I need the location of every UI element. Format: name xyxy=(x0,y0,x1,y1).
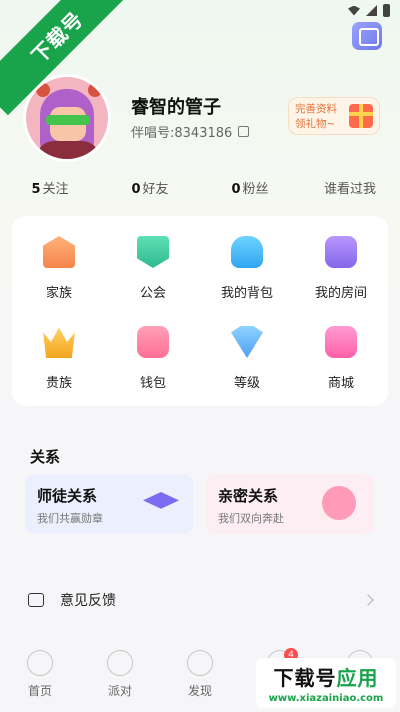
wallet-icon xyxy=(137,326,169,358)
scan-icon[interactable] xyxy=(352,22,382,50)
grid-item-backpack[interactable]: 我的背包 xyxy=(200,236,294,326)
username: 睿智的管子 xyxy=(131,97,221,118)
battery-icon xyxy=(383,4,390,17)
uid-text: 伴唱号:8343186 xyxy=(131,126,233,141)
stat-visitors[interactable]: 谁看过我 xyxy=(300,178,400,197)
family-icon xyxy=(43,236,75,268)
stat-friends[interactable]: 0 好友 xyxy=(100,178,200,197)
avatar[interactable] xyxy=(23,74,111,162)
grid-item-noble[interactable]: 贵族 xyxy=(12,326,106,416)
discover-icon xyxy=(187,650,213,676)
grid-item-level[interactable]: 等级 xyxy=(200,326,294,416)
stat-fans[interactable]: 0 粉丝 xyxy=(200,178,300,197)
grid-item-wallet[interactable]: 钱包 xyxy=(106,326,200,416)
grid-item-mall[interactable]: 商城 xyxy=(294,326,388,416)
grid-item-guild[interactable]: 公会 xyxy=(106,236,200,326)
room-icon xyxy=(325,236,357,268)
crown-icon xyxy=(43,327,75,358)
stat-following[interactable]: 5 关注 xyxy=(0,178,100,197)
backpack-icon xyxy=(231,236,263,268)
mall-icon xyxy=(325,326,357,358)
wifi-icon xyxy=(348,5,360,16)
master-relation-subtitle: 我们共赢勋章 xyxy=(37,512,103,525)
master-relation-card[interactable]: 师徒关系 我们共赢勋章 xyxy=(25,474,193,534)
relations-title: 关系 xyxy=(30,448,61,466)
uid-row: 伴唱号:8343186 xyxy=(131,122,250,141)
feature-grid-card: 家族 公会 我的背包 我的房间 贵族 钱包 等级 商城 xyxy=(12,216,388,406)
feedback-icon xyxy=(28,593,44,607)
heart-icon xyxy=(322,486,356,520)
feedback-row[interactable]: 意见反馈 xyxy=(12,578,388,622)
tab-home[interactable]: 首页 xyxy=(0,642,80,712)
level-icon xyxy=(231,326,263,358)
tab-party[interactable]: 派对 xyxy=(80,642,160,712)
gift-icon xyxy=(349,104,373,128)
intimate-relation-card[interactable]: 亲密关系 我们双向奔赴 xyxy=(206,474,374,534)
stats-row: 5 关注 0 好友 0 粉丝 谁看过我 xyxy=(0,178,400,197)
complete-profile-card[interactable]: 完善资料 领礼物~ xyxy=(288,97,380,135)
chevron-right-icon xyxy=(362,594,374,606)
copy-icon[interactable] xyxy=(238,126,250,137)
party-icon xyxy=(107,650,133,676)
brand-watermark: 下载号应用 www.xiazainiao.com xyxy=(256,658,396,708)
grid-item-family[interactable]: 家族 xyxy=(12,236,106,326)
feedback-label: 意见反馈 xyxy=(60,593,116,609)
tab-discover[interactable]: 发现 xyxy=(160,642,240,712)
home-icon xyxy=(27,650,53,676)
guild-icon xyxy=(137,236,169,268)
signal-icon xyxy=(366,5,377,16)
grid-item-room[interactable]: 我的房间 xyxy=(294,236,388,326)
